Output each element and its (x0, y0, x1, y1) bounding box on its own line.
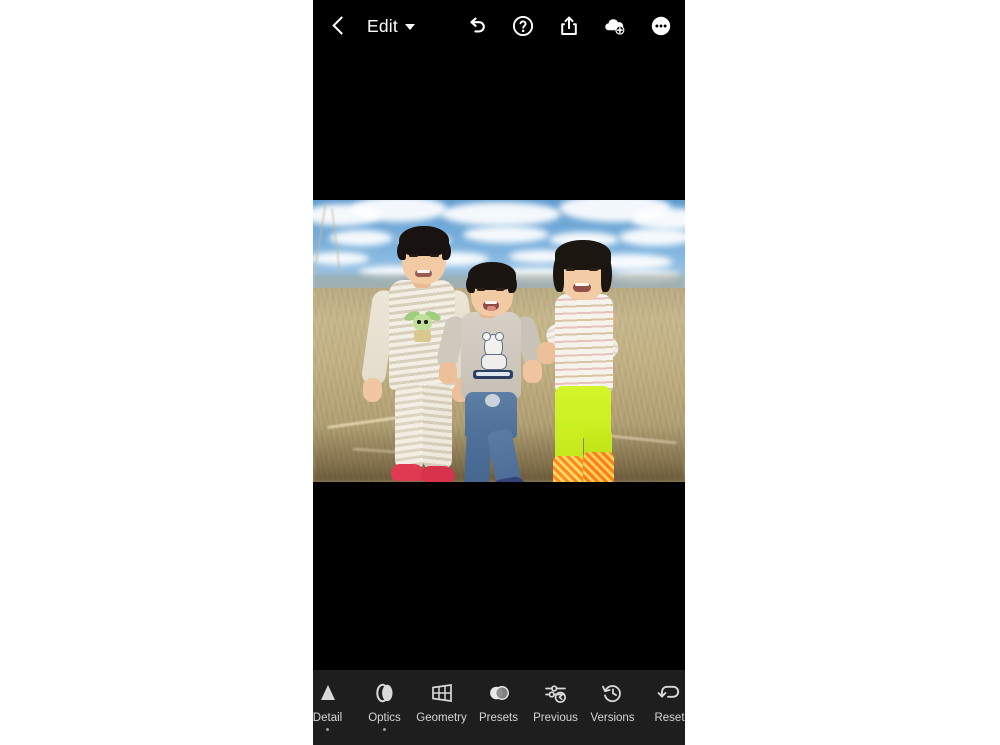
tool-reset[interactable]: Reset (641, 670, 685, 731)
cloud-shape (619, 228, 685, 246)
photo-canvas[interactable] (313, 52, 685, 670)
cloud-add-icon[interactable] (602, 14, 627, 39)
tool-edited-dot (383, 728, 386, 731)
tool-edited-dot (668, 728, 671, 731)
top-toolbar: Edit (313, 0, 685, 52)
tool-label: Detail (313, 712, 343, 724)
edit-tools-row: Detail Optics Geometry Presets Previous … (313, 670, 685, 732)
bottom-toolbar: Detail Optics Geometry Presets Previous … (313, 670, 685, 745)
tool-edited-dot (611, 728, 614, 731)
more-options-icon[interactable] (648, 14, 673, 39)
undo-icon[interactable] (464, 14, 489, 39)
tool-label: Versions (590, 712, 635, 724)
tool-label: Previous (533, 712, 578, 724)
child-middle (435, 262, 547, 482)
chevron-down-icon (404, 24, 415, 30)
child-right (537, 240, 633, 482)
top-toolbar-right-group (464, 14, 673, 39)
detail-triangle-icon (316, 680, 340, 706)
tool-label: Presets (479, 712, 518, 724)
help-icon[interactable] (510, 14, 535, 39)
presets-circles-icon (486, 680, 512, 706)
edited-photo[interactable] (313, 200, 685, 482)
cloud-shape (329, 230, 393, 246)
tool-presets[interactable]: Presets (470, 670, 527, 731)
optics-lens-icon (372, 680, 398, 706)
tool-previous[interactable]: Previous (527, 670, 584, 731)
tool-label: Optics (368, 712, 401, 724)
back-chevron-icon[interactable] (328, 15, 350, 37)
tool-edited-dot (554, 728, 557, 731)
mobile-app-frame: Edit Detail Optics Geometry Presets Prev… (313, 0, 685, 745)
tool-detail[interactable]: Detail (313, 670, 356, 731)
versions-clock-icon (600, 680, 626, 706)
tool-optics[interactable]: Optics (356, 670, 413, 731)
reset-undo-icon (657, 680, 683, 706)
share-icon[interactable] (556, 14, 581, 39)
tool-versions[interactable]: Versions (584, 670, 641, 731)
top-toolbar-left-group: Edit (328, 15, 415, 37)
geometry-grid-icon (429, 680, 455, 706)
cloud-shape (441, 202, 561, 226)
tool-label: Geometry (416, 712, 467, 724)
screenshot-root: Edit Detail Optics Geometry Presets Prev… (0, 0, 1000, 745)
previous-sliders-icon (543, 680, 569, 706)
tool-edited-dot (326, 728, 329, 731)
edit-mode-label: Edit (367, 15, 398, 36)
edit-mode-dropdown[interactable]: Edit (367, 16, 415, 37)
tool-edited-dot (497, 728, 500, 731)
tool-geometry[interactable]: Geometry (413, 670, 470, 731)
tool-label: Reset (654, 712, 685, 724)
tool-edited-dot (440, 728, 443, 731)
